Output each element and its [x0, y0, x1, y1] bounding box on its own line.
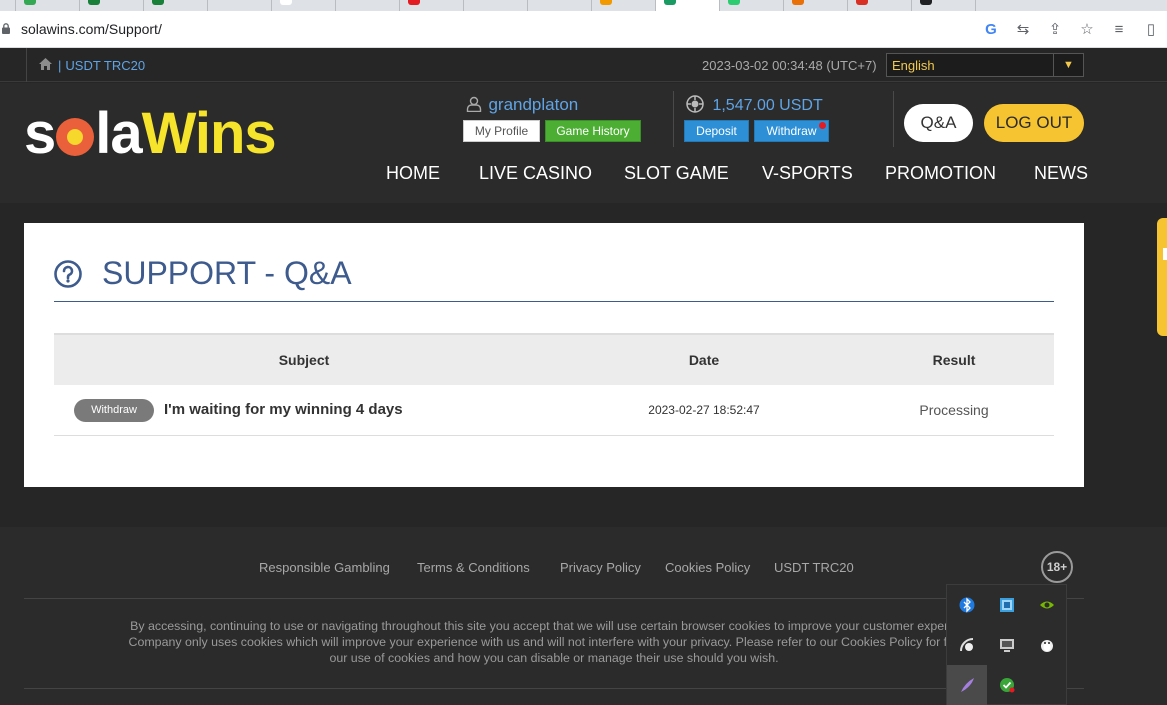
- browser-tab[interactable]: [848, 0, 912, 11]
- currency-link[interactable]: USDT TRC20: [65, 58, 145, 73]
- browser-tab[interactable]: [784, 0, 848, 11]
- wallet-balance: 1,547.00 USDT: [712, 97, 823, 114]
- google-icon[interactable]: G: [975, 19, 1007, 41]
- divider: [893, 91, 894, 147]
- bluetooth-icon[interactable]: [947, 585, 987, 625]
- url-input[interactable]: solawins.com/Support/: [21, 21, 162, 37]
- display-icon[interactable]: [987, 625, 1027, 665]
- nav-slot-game[interactable]: SLOT GAME: [624, 163, 729, 184]
- browser-tab[interactable]: [80, 0, 144, 11]
- share-icon[interactable]: ⇪: [1039, 19, 1071, 41]
- solawins-logo[interactable]: s laWins: [24, 101, 277, 167]
- cookie-disclaimer: By accessing, continuing to use or navig…: [24, 618, 1084, 672]
- title-divider: [54, 301, 1054, 302]
- feather-icon[interactable]: [947, 665, 987, 705]
- disclaimer-line: By accessing, continuing to use or navig…: [130, 619, 978, 633]
- page-title-text: SUPPORT - Q&A: [102, 255, 352, 291]
- security-check-icon[interactable]: [987, 665, 1027, 705]
- column-subject: Subject: [278, 352, 330, 368]
- notification-dot: [819, 122, 826, 129]
- ticket-date: 2023-02-27 18:52:47: [648, 403, 760, 417]
- question-circle-icon: [54, 259, 82, 288]
- browser-tab[interactable]: [464, 0, 528, 11]
- column-date: Date: [688, 352, 720, 368]
- browser-tab[interactable]: [144, 0, 208, 11]
- chevron-down-icon[interactable]: ▼: [1053, 54, 1083, 76]
- site-header: s laWins: [0, 83, 1167, 203]
- deposit-button[interactable]: Deposit: [684, 120, 749, 142]
- category-badge: Withdraw: [74, 399, 154, 422]
- satellite-icon[interactable]: [947, 625, 987, 665]
- home-icon[interactable]: [39, 57, 52, 73]
- game-history-button[interactable]: Game History: [545, 120, 641, 142]
- footer-link-privacy[interactable]: Privacy Policy: [560, 560, 641, 575]
- browser-tab[interactable]: [272, 0, 336, 11]
- language-select[interactable]: English ▼: [886, 53, 1084, 77]
- nav-live-casino[interactable]: LIVE CASINO: [479, 163, 592, 184]
- withdraw-button[interactable]: Withdraw: [754, 120, 829, 142]
- browser-tab[interactable]: [912, 0, 976, 11]
- network-app-icon[interactable]: [987, 585, 1027, 625]
- table-header: Subject Date Result: [54, 333, 1054, 385]
- disclaimer-line: Company only uses cookies which will imp…: [128, 635, 980, 649]
- footer-link-terms[interactable]: Terms & Conditions: [417, 560, 530, 575]
- nav-v-sports[interactable]: V-SPORTS: [762, 163, 853, 184]
- nvidia-icon[interactable]: [1027, 585, 1067, 625]
- side-panel-icon[interactable]: ▯: [1135, 19, 1167, 41]
- disclaimer-line: our use of cookies and how you can disab…: [329, 651, 779, 665]
- server-datetime: 2023-03-02 00:34:48 (UTC+7): [702, 58, 877, 73]
- side-panel-tab[interactable]: [1157, 218, 1167, 336]
- support-panel: SUPPORT - Q&A Subject Date Result Withdr…: [24, 223, 1084, 487]
- logout-button[interactable]: LOG OUT: [984, 104, 1084, 142]
- age-restriction-badge: 18+: [1041, 551, 1073, 583]
- user-info: grandplaton: [466, 95, 578, 115]
- browser-tab[interactable]: [208, 0, 272, 11]
- browser-tab[interactable]: [592, 0, 656, 11]
- sun-logo-icon: [56, 118, 95, 156]
- bookmark-star-icon[interactable]: ☆: [1071, 19, 1103, 41]
- page-title: SUPPORT - Q&A: [54, 255, 352, 292]
- table-row[interactable]: Withdraw I'm waiting for my winning 4 da…: [54, 385, 1054, 436]
- browser-tab[interactable]: [16, 0, 80, 11]
- ticket-status: Processing: [919, 402, 989, 418]
- nav-promotion[interactable]: PROMOTION: [885, 163, 996, 184]
- browser-tab[interactable]: [336, 0, 400, 11]
- footer-link-cookies[interactable]: Cookies Policy: [665, 560, 750, 575]
- footer-divider: [24, 688, 1084, 689]
- wallet-info: 1,547.00 USDT: [686, 95, 823, 115]
- translate-icon[interactable]: ⇆: [1007, 19, 1039, 41]
- home-breadcrumb: | USDT TRC20: [26, 48, 145, 82]
- qa-button[interactable]: Q&A: [904, 104, 973, 142]
- divider: [673, 91, 674, 147]
- browser-tab[interactable]: [400, 0, 464, 11]
- breadcrumb-separator: |: [58, 57, 62, 73]
- system-tray-popup: [946, 584, 1067, 705]
- browser-tab[interactable]: [720, 0, 784, 11]
- lock-icon[interactable]: [2, 23, 10, 34]
- username-link[interactable]: grandplaton: [488, 95, 578, 114]
- nav-news[interactable]: NEWS: [1034, 163, 1088, 184]
- footer-link-responsible-gambling[interactable]: Responsible Gambling: [259, 560, 390, 575]
- user-icon: [466, 96, 482, 112]
- browser-tab-strip: [0, 0, 1167, 11]
- reading-list-icon[interactable]: ≡: [1103, 19, 1135, 41]
- browser-tab-active[interactable]: [656, 0, 720, 11]
- browser-tab[interactable]: [528, 0, 592, 11]
- footer-divider: [24, 598, 1084, 599]
- nav-home[interactable]: HOME: [386, 163, 440, 184]
- footer-link-usdt[interactable]: USDT TRC20: [774, 560, 854, 575]
- ticket-subject[interactable]: I'm waiting for my winning 4 days: [164, 401, 403, 418]
- browser-address-bar: solawins.com/Support/ G ⇆ ⇪ ☆ ≡ ▯: [0, 11, 1167, 48]
- browser-tab[interactable]: [0, 0, 16, 11]
- language-value: English: [892, 58, 935, 73]
- column-result: Result: [932, 352, 976, 368]
- balance-icon: [686, 95, 704, 113]
- my-profile-button[interactable]: My Profile: [463, 120, 540, 142]
- tux-icon[interactable]: [1027, 625, 1067, 665]
